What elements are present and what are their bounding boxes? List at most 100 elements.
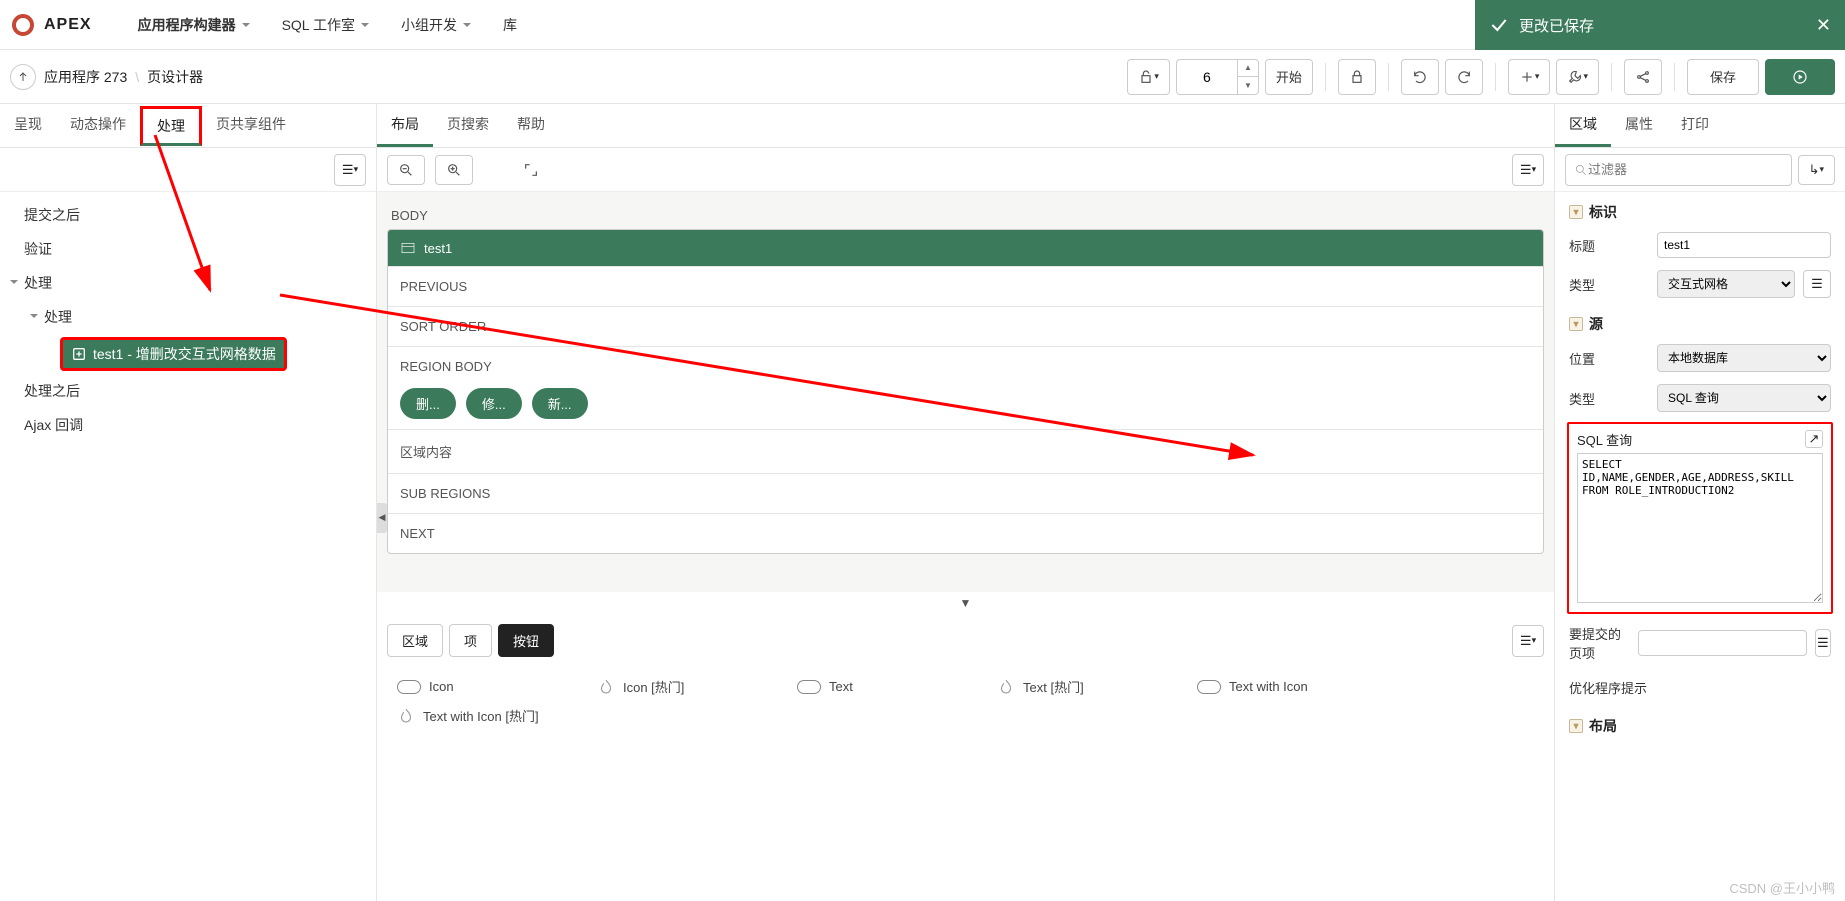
slot-previous[interactable]: PREVIOUS — [388, 266, 1543, 306]
left-tabs: 呈现 动态操作 处理 页共享组件 — [0, 104, 376, 148]
gallery-item[interactable]: Text [热门] — [997, 677, 1167, 696]
tab-process[interactable]: 处理 — [140, 106, 202, 146]
page-number-input[interactable] — [1177, 69, 1237, 85]
slot-sub-regions[interactable]: SUB REGIONS — [388, 473, 1543, 513]
run-button[interactable] — [1765, 59, 1835, 95]
create-button[interactable]: ▾ — [1508, 59, 1551, 95]
tab-render[interactable]: 呈现 — [0, 104, 56, 147]
tree-ajax[interactable]: Ajax 回调 — [0, 408, 376, 442]
gallery-tab-buttons[interactable]: 按钮 — [498, 624, 554, 657]
region-card[interactable]: test1 PREVIOUS SORT ORDER REGION BODY 删.… — [387, 229, 1544, 554]
gallery-item[interactable]: Text — [797, 677, 967, 696]
chevron-down-icon: ▾ — [1569, 205, 1583, 219]
start-button[interactable]: 开始 — [1265, 59, 1313, 95]
tab-help[interactable]: 帮助 — [503, 104, 559, 147]
pick-type-button[interactable]: ☰ — [1803, 270, 1831, 298]
gallery-tab-regions[interactable]: 区域 — [387, 624, 443, 657]
expand-button[interactable] — [513, 155, 549, 185]
process-tree: 提交之后 验证 处理 处理 test1 - 增删改交互式网格数据 处理之后 Aj… — [0, 192, 376, 448]
button-delete[interactable]: 删... — [400, 388, 456, 419]
left-panel: 呈现 动态操作 处理 页共享组件 ☰ ▾ 提交之后 验证 处理 处理 test1… — [0, 104, 377, 901]
layout-menu-button[interactable]: ☰ ▾ — [1512, 154, 1544, 186]
save-button[interactable]: 保存 — [1687, 59, 1759, 95]
slot-region-body[interactable]: REGION BODY — [388, 346, 1543, 378]
gallery-item[interactable]: Text with Icon — [1197, 677, 1367, 696]
tab-dynamic[interactable]: 动态操作 — [56, 104, 140, 147]
gallery-item[interactable]: Icon — [397, 677, 567, 696]
tree-submit-after[interactable]: 提交之后 — [0, 198, 376, 232]
chevron-down-icon — [463, 23, 471, 31]
region-header[interactable]: test1 — [388, 230, 1543, 266]
page-down-icon[interactable]: ▼ — [1238, 77, 1258, 94]
zoom-out-button[interactable] — [387, 155, 425, 185]
button-edit[interactable]: 修... — [466, 388, 522, 419]
tree-selected-node[interactable]: test1 - 增删改交互式网格数据 — [60, 337, 287, 371]
flame-icon — [997, 678, 1015, 696]
slot-next[interactable]: NEXT — [388, 513, 1543, 553]
splitter-handle-icon[interactable]: ▼ — [377, 592, 1554, 614]
tab-print[interactable]: 打印 — [1667, 104, 1723, 147]
page-number-field[interactable]: ▲▼ — [1176, 59, 1259, 95]
property-filter[interactable] — [1565, 154, 1792, 186]
lbl-type: 类型 — [1569, 275, 1649, 294]
section-source[interactable]: ▾源 — [1555, 304, 1845, 338]
input-title[interactable] — [1657, 232, 1831, 258]
tree-validate[interactable]: 验证 — [0, 232, 376, 266]
gallery-menu-button[interactable]: ☰ ▾ — [1512, 625, 1544, 657]
slot-sort-order[interactable]: SORT ORDER — [388, 306, 1543, 346]
nav-lib[interactable]: 库 — [487, 0, 533, 50]
flame-icon — [597, 678, 615, 696]
breadcrumb-up-icon[interactable] — [10, 64, 36, 90]
tab-attributes[interactable]: 属性 — [1611, 104, 1667, 147]
top-header: APEX 应用程序构建器 SQL 工作室 小组开发 库 更改已保存 ✕ — [0, 0, 1845, 50]
prop-menu-button[interactable]: ↳▾ — [1798, 155, 1835, 185]
undo-button[interactable] — [1401, 59, 1439, 95]
button-new[interactable]: 新... — [532, 388, 588, 419]
utilities-button[interactable]: ▾ — [1556, 59, 1599, 95]
redo-button[interactable] — [1445, 59, 1483, 95]
nav-app-builder[interactable]: 应用程序构建器 — [122, 0, 266, 50]
pill-icon — [397, 680, 421, 694]
property-filter-input[interactable] — [1588, 162, 1783, 177]
tab-page-search[interactable]: 页搜索 — [433, 104, 503, 147]
gallery-tab-items[interactable]: 项 — [449, 624, 492, 657]
tree-process-sub[interactable]: 处理 — [20, 300, 376, 334]
chevron-down-icon — [361, 23, 369, 31]
tree-menu-button[interactable]: ☰ ▾ — [334, 154, 366, 186]
select-location[interactable]: 本地数据库 — [1657, 344, 1831, 372]
tree-after-process[interactable]: 处理之后 — [0, 374, 376, 408]
watermark: CSDN @王小小鸭 — [1729, 878, 1835, 897]
slot-region-content[interactable]: 区域内容 — [388, 429, 1543, 473]
page-lock-button[interactable]: ▾ — [1127, 59, 1170, 95]
expand-sql-icon[interactable]: ↗ — [1805, 430, 1823, 448]
tab-layout[interactable]: 布局 — [377, 104, 433, 147]
chevron-down-icon: ▾ — [1569, 317, 1583, 331]
lbl-sql: SQL 查询 — [1577, 430, 1632, 449]
zoom-in-button[interactable] — [435, 155, 473, 185]
input-pages-submit[interactable] — [1638, 630, 1807, 656]
select-srctype[interactable]: SQL 查询 — [1657, 384, 1831, 412]
pick-pages-button[interactable]: ☰ — [1815, 629, 1831, 657]
pill-icon — [1197, 680, 1221, 694]
section-ident[interactable]: ▾标识 — [1555, 192, 1845, 226]
tab-region[interactable]: 区域 — [1555, 104, 1611, 147]
banner-close-icon[interactable]: ✕ — [1816, 15, 1831, 36]
sql-textarea[interactable] — [1577, 453, 1823, 603]
select-type[interactable]: 交互式网格 — [1657, 270, 1795, 298]
page-up-icon[interactable]: ▲ — [1238, 60, 1258, 77]
pill-icon — [797, 680, 821, 694]
check-icon — [1489, 15, 1509, 35]
tab-shared[interactable]: 页共享组件 — [202, 104, 300, 147]
split-handle-icon[interactable]: ◀ — [377, 503, 387, 533]
gallery-item[interactable]: Text with Icon [热门] — [397, 706, 567, 725]
breadcrumb-page: 页设计器 — [147, 67, 203, 87]
nav-sql[interactable]: SQL 工作室 — [266, 0, 385, 50]
gallery-item[interactable]: Icon [热门] — [597, 677, 767, 696]
breadcrumb-app[interactable]: 应用程序 273 — [44, 67, 127, 87]
chevron-down-icon — [242, 23, 250, 31]
lock-button[interactable] — [1338, 59, 1376, 95]
section-layout[interactable]: ▾布局 — [1555, 706, 1845, 740]
nav-team[interactable]: 小组开发 — [385, 0, 487, 50]
share-button[interactable] — [1624, 59, 1662, 95]
tree-process[interactable]: 处理 — [0, 266, 376, 300]
